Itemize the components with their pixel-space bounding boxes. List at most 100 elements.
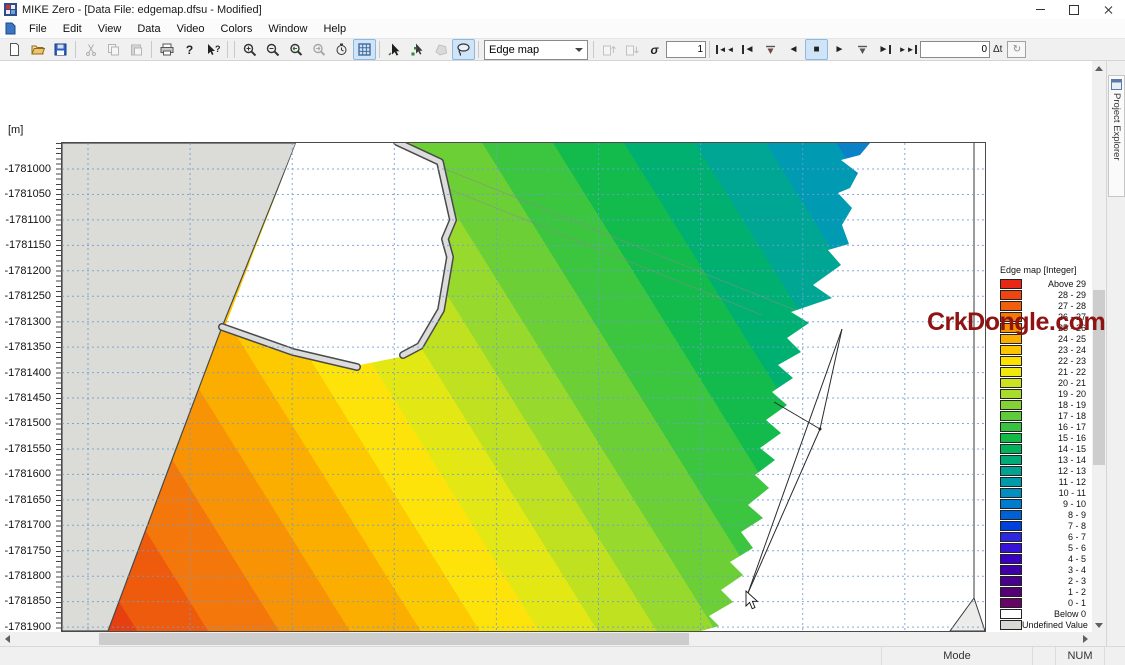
about-button[interactable]: ? xyxy=(178,39,201,60)
select-nodes-button[interactable] xyxy=(406,39,429,60)
menu-item[interactable]: Colors xyxy=(213,21,261,37)
zoom-previous-button[interactable] xyxy=(284,39,307,60)
zoom-in-icon xyxy=(243,43,257,57)
menu-item[interactable]: Edit xyxy=(55,21,90,37)
horizontal-scroll-thumb[interactable] xyxy=(99,633,689,645)
item-number-input[interactable] xyxy=(666,41,706,58)
toolbar-separator xyxy=(379,41,380,58)
scroll-down-icon xyxy=(1095,623,1103,628)
legend-color-swatch xyxy=(1000,510,1022,520)
refresh-icon: ↻ xyxy=(1013,44,1021,55)
new-file-button[interactable] xyxy=(3,39,26,60)
zoom-out-button[interactable] xyxy=(261,39,284,60)
horizontal-scroll-track[interactable] xyxy=(14,632,1078,646)
scroll-up-button[interactable] xyxy=(1092,61,1106,75)
next-timestep-icon xyxy=(889,45,891,54)
select-pointer-button[interactable] xyxy=(383,39,406,60)
legend-color-swatch xyxy=(1000,587,1022,597)
legend-row-label: 16 - 17 xyxy=(1022,422,1094,432)
menu-item[interactable]: Help xyxy=(315,21,354,37)
menu-item[interactable]: Data xyxy=(129,21,168,37)
legend-row-label: 13 - 14 xyxy=(1022,455,1094,465)
paste-button[interactable] xyxy=(125,39,148,60)
play-forward-icon: ► xyxy=(835,45,845,55)
print-button[interactable] xyxy=(155,39,178,60)
minimize-button[interactable] xyxy=(1023,0,1057,19)
horizontal-scrollbar[interactable] xyxy=(0,632,1092,646)
save-button[interactable] xyxy=(49,39,72,60)
grid-toggle-button[interactable] xyxy=(353,39,376,60)
select-polygon-button[interactable] xyxy=(429,39,452,60)
legend-row: 19 - 20 xyxy=(1000,388,1094,399)
recalc-button[interactable]: ↻ xyxy=(1007,41,1026,58)
menu-item[interactable]: File xyxy=(21,21,55,37)
y-tick-label: -1781350 xyxy=(0,340,56,354)
vertical-scroll-track[interactable] xyxy=(1092,75,1106,618)
sigma-icon: σ xyxy=(651,43,659,57)
zoom-in-button[interactable] xyxy=(238,39,261,60)
item-number-button[interactable]: σ xyxy=(643,39,666,60)
legend-row-label: Above 29 xyxy=(1022,279,1094,289)
zoom-extent-button[interactable] xyxy=(330,39,353,60)
first-timestep-button[interactable]: ◄◄ xyxy=(713,39,736,60)
view-mode-select[interactable]: Edge map xyxy=(484,40,588,60)
y-tick-label: -1781000 xyxy=(0,162,56,176)
scrollbar-corner xyxy=(1092,632,1106,646)
y-tick-label: -1781200 xyxy=(0,264,56,278)
open-file-button[interactable] xyxy=(26,39,49,60)
legend-color-swatch xyxy=(1000,554,1022,564)
legend-row-label: 1 - 2 xyxy=(1022,587,1094,597)
file-arrow-icon xyxy=(625,43,639,56)
legend-row-label: 6 - 7 xyxy=(1022,532,1094,542)
legend-color-swatch xyxy=(1000,367,1022,377)
legend-color-swatch xyxy=(1000,565,1022,575)
zoom-next-button[interactable] xyxy=(307,39,330,60)
cut-button[interactable] xyxy=(79,39,102,60)
legend-color-swatch xyxy=(1000,620,1022,630)
close-button[interactable] xyxy=(1091,0,1125,19)
legend-color-swatch xyxy=(1000,411,1022,421)
y-tick-label: -1781250 xyxy=(0,289,56,303)
legend-row-label: 22 - 23 xyxy=(1022,356,1094,366)
status-mode-panel: Mode xyxy=(882,647,1033,665)
scroll-left-button[interactable] xyxy=(0,632,14,646)
scroll-right-button[interactable] xyxy=(1078,632,1092,646)
map-canvas[interactable] xyxy=(62,143,985,631)
select-lasso-button[interactable] xyxy=(452,39,475,60)
forward-to-marker-button[interactable] xyxy=(851,39,874,60)
next-timestep-button[interactable]: ► xyxy=(874,39,897,60)
prev-timestep-button[interactable]: ◄ xyxy=(736,39,759,60)
legend-color-swatch xyxy=(1000,290,1022,300)
chevron-down-icon xyxy=(575,48,583,52)
document-icon xyxy=(4,22,17,35)
context-help-button[interactable]: ? xyxy=(201,39,224,60)
play-forward-button[interactable]: ► xyxy=(828,39,851,60)
y-tick-label: -1781750 xyxy=(0,544,56,558)
legend-row-label: 9 - 10 xyxy=(1022,499,1094,509)
copy-button[interactable] xyxy=(102,39,125,60)
legend-row: 4 - 5 xyxy=(1000,553,1094,564)
last-timestep-button[interactable]: ►► xyxy=(897,39,920,60)
resize-grip[interactable] xyxy=(1105,647,1125,665)
legend-row: 21 - 22 xyxy=(1000,366,1094,377)
open-folder-icon xyxy=(31,43,45,56)
menu-item[interactable]: Video xyxy=(169,21,213,37)
load-next-item-button[interactable] xyxy=(620,39,643,60)
menu-item[interactable]: Window xyxy=(260,21,315,37)
load-prev-item-button[interactable] xyxy=(597,39,620,60)
project-explorer-strip: Project Explorer xyxy=(1106,61,1125,646)
vertical-scrollbar[interactable] xyxy=(1092,61,1106,632)
stop-button[interactable]: ■ xyxy=(805,39,828,60)
project-explorer-tab[interactable]: Project Explorer xyxy=(1108,75,1125,197)
maximize-button[interactable] xyxy=(1057,0,1091,19)
y-tick-label: -1781650 xyxy=(0,493,56,507)
legend-row-label: 17 - 18 xyxy=(1022,411,1094,421)
legend-row: 20 - 21 xyxy=(1000,377,1094,388)
play-backward-button[interactable]: ◄ xyxy=(782,39,805,60)
timestep-input[interactable] xyxy=(920,41,990,58)
cut-icon xyxy=(85,43,97,56)
legend-row: 28 - 29 xyxy=(1000,289,1094,300)
menu-item[interactable]: View xyxy=(90,21,130,37)
status-bar: Mode NUM xyxy=(0,646,1125,665)
rewind-to-marker-button[interactable] xyxy=(759,39,782,60)
